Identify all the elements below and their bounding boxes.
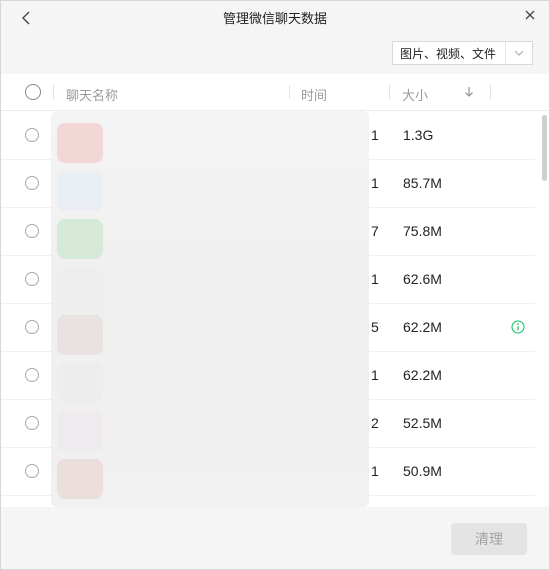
row-select-radio[interactable] <box>25 416 39 430</box>
blurred-avatar <box>57 315 103 355</box>
column-header-time[interactable]: 时间 <box>301 85 327 104</box>
filter-dropdown-arrow[interactable] <box>505 42 532 64</box>
row-time: 1 <box>371 271 379 287</box>
blurred-avatar <box>57 171 103 211</box>
blurred-avatar <box>57 219 103 259</box>
row-size: 1.3G <box>403 127 434 143</box>
row-size: 62.2M <box>403 367 442 383</box>
row-size: 50.9M <box>403 463 442 479</box>
row-select-radio[interactable] <box>25 368 39 382</box>
column-header-name[interactable]: 聊天名称 <box>66 85 118 104</box>
row-select-radio[interactable] <box>25 464 39 478</box>
window-title: 管理微信聊天数据 <box>222 11 327 26</box>
blurred-chat-names-overlay <box>51 111 369 507</box>
title-bar: 管理微信聊天数据 <box>1 1 549 33</box>
scrollbar-thumb[interactable] <box>542 115 547 181</box>
column-separator <box>389 85 390 99</box>
row-select-radio[interactable] <box>25 224 39 238</box>
row-time: 2 <box>371 415 379 431</box>
row-time: 1 <box>371 175 379 191</box>
filter-selected-value: 图片、视频、文件 <box>400 46 497 61</box>
row-select-radio[interactable] <box>25 128 39 142</box>
row-size: 75.8M <box>403 223 442 239</box>
sort-descending-icon[interactable] <box>463 85 475 99</box>
select-all-radio[interactable] <box>25 84 41 100</box>
column-header-size[interactable]: 大小 <box>402 85 428 104</box>
footer-bar: 清理 <box>1 507 549 569</box>
column-separator <box>289 85 290 99</box>
chat-data-list: 聊天名称 时间 大小 1 1.3G 1 85.7M 7 75.8M 1 62.6M 5 62.2M… <box>1 74 549 507</box>
row-size: 52.5M <box>403 415 442 431</box>
clear-button[interactable]: 清理 <box>451 523 527 555</box>
row-select-radio[interactable] <box>25 320 39 334</box>
blurred-avatar <box>57 267 103 307</box>
blurred-avatar <box>57 123 103 163</box>
row-time: 1 <box>371 367 379 383</box>
blurred-avatar <box>57 459 103 499</box>
row-size: 62.2M <box>403 319 442 335</box>
row-time: 1 <box>371 127 379 143</box>
row-size: 85.7M <box>403 175 442 191</box>
column-separator <box>53 85 54 99</box>
row-select-radio[interactable] <box>25 272 39 286</box>
row-time: 1 <box>371 463 379 479</box>
file-type-filter-select[interactable]: 图片、视频、文件 <box>392 41 533 65</box>
row-time: 7 <box>371 223 379 239</box>
table-header: 聊天名称 时间 大小 <box>1 74 549 111</box>
row-select-radio[interactable] <box>25 176 39 190</box>
column-separator <box>490 85 491 99</box>
row-size: 62.6M <box>403 271 442 287</box>
blurred-avatar <box>57 363 103 403</box>
close-button[interactable] <box>519 4 541 26</box>
chevron-down-icon <box>514 50 524 56</box>
list-scrollbar[interactable] <box>539 111 549 507</box>
info-icon[interactable] <box>511 320 525 334</box>
manage-chat-data-window: 管理微信聊天数据 图片、视频、文件 聊天名称 时间 大小 1 1.3G 1 85… <box>0 0 550 570</box>
close-icon <box>525 10 535 20</box>
blurred-avatar <box>57 411 103 451</box>
row-time: 5 <box>371 319 379 335</box>
